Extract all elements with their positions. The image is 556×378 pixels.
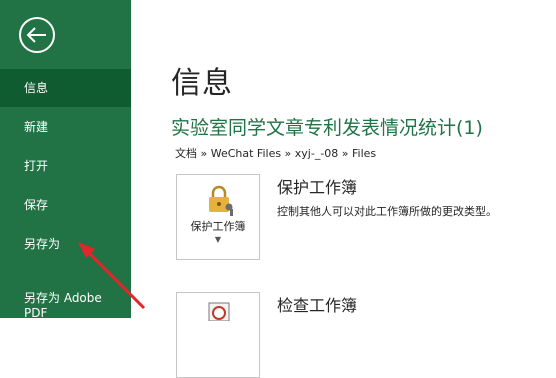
protect-workbook-button[interactable]: 保护工作簿 ▼ — [176, 174, 260, 260]
sidebar-item-save[interactable]: 保存 — [0, 186, 131, 224]
chevron-down-icon: ▼ — [214, 235, 222, 244]
sidebar-item-label: 信息 — [24, 81, 49, 95]
protect-workbook-button-label: 保护工作簿 — [190, 220, 246, 233]
sidebar-item-save-as[interactable]: 另存为 — [0, 225, 131, 263]
sidebar-item-new[interactable]: 新建 — [0, 108, 131, 146]
sidebar-item-label: 保存 — [24, 198, 49, 212]
back-button[interactable] — [17, 15, 57, 55]
sidebar-item-save-as-pdf[interactable]: 另存为 Adobe PDF — [0, 271, 131, 320]
page-title: 信息 — [171, 66, 233, 101]
inspect-workbook-heading: 检查工作簿 — [277, 296, 358, 315]
protect-workbook-description: 控制其他人可以对此工作簿所做的更改类型。 — [277, 205, 497, 218]
breadcrumb[interactable]: 文档 » WeChat Files » xyj-_-08 » Files — [175, 145, 376, 161]
sidebar-item-info[interactable]: 信息 — [0, 69, 131, 107]
sidebar-item-open[interactable]: 打开 — [0, 147, 131, 185]
back-arrow-circle-icon — [19, 17, 55, 53]
info-panel: 信息 实验室同学文章专利发表情况统计(1) 文档 » WeChat Files … — [131, 0, 556, 378]
check-document-icon — [203, 301, 235, 325]
backstage-sidebar: 信息 新建 打开 保存 另存为 另存为 Adobe PDF — [0, 0, 131, 320]
document-title: 实验室同学文章专利发表情况统计(1) — [171, 117, 483, 139]
sidebar-item-label: 另存为 — [24, 237, 61, 251]
protect-workbook-heading: 保护工作簿 — [277, 178, 358, 197]
lock-key-icon — [205, 184, 235, 220]
inspect-workbook-button[interactable] — [176, 292, 260, 378]
sidebar-item-label: 打开 — [24, 159, 49, 173]
sidebar-item-label: 另存为 Adobe PDF — [24, 291, 102, 320]
sidebar-item-label: 新建 — [24, 120, 49, 134]
